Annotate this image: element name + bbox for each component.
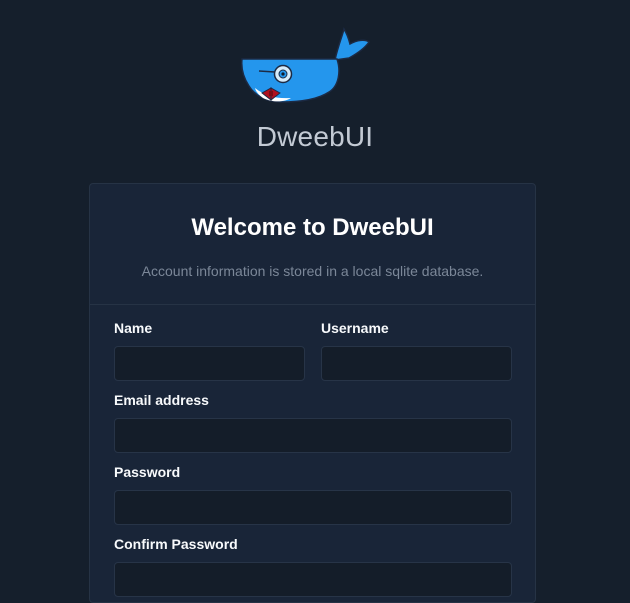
signup-card: Welcome to DweebUI Account information i…	[89, 183, 536, 603]
username-input[interactable]	[321, 346, 512, 381]
docker-whale-mascot-icon	[241, 26, 371, 103]
email-label: Email address	[114, 392, 209, 408]
card-title: Welcome to DweebUI	[191, 214, 434, 241]
brand-logo	[237, 26, 373, 114]
confirm-password-input[interactable]	[114, 562, 512, 597]
username-label: Username	[321, 320, 389, 336]
name-label: Name	[114, 320, 153, 336]
card-subtitle: Account information is stored in a local…	[141, 263, 484, 279]
brand-name: DweebUI	[256, 121, 374, 152]
name-input[interactable]	[114, 346, 305, 381]
confirm-password-label: Confirm Password	[114, 536, 238, 552]
password-input[interactable]	[114, 490, 512, 525]
password-label: Password	[114, 464, 181, 480]
email-input[interactable]	[114, 418, 512, 453]
card-header: Welcome to DweebUI Account information i…	[90, 184, 535, 305]
